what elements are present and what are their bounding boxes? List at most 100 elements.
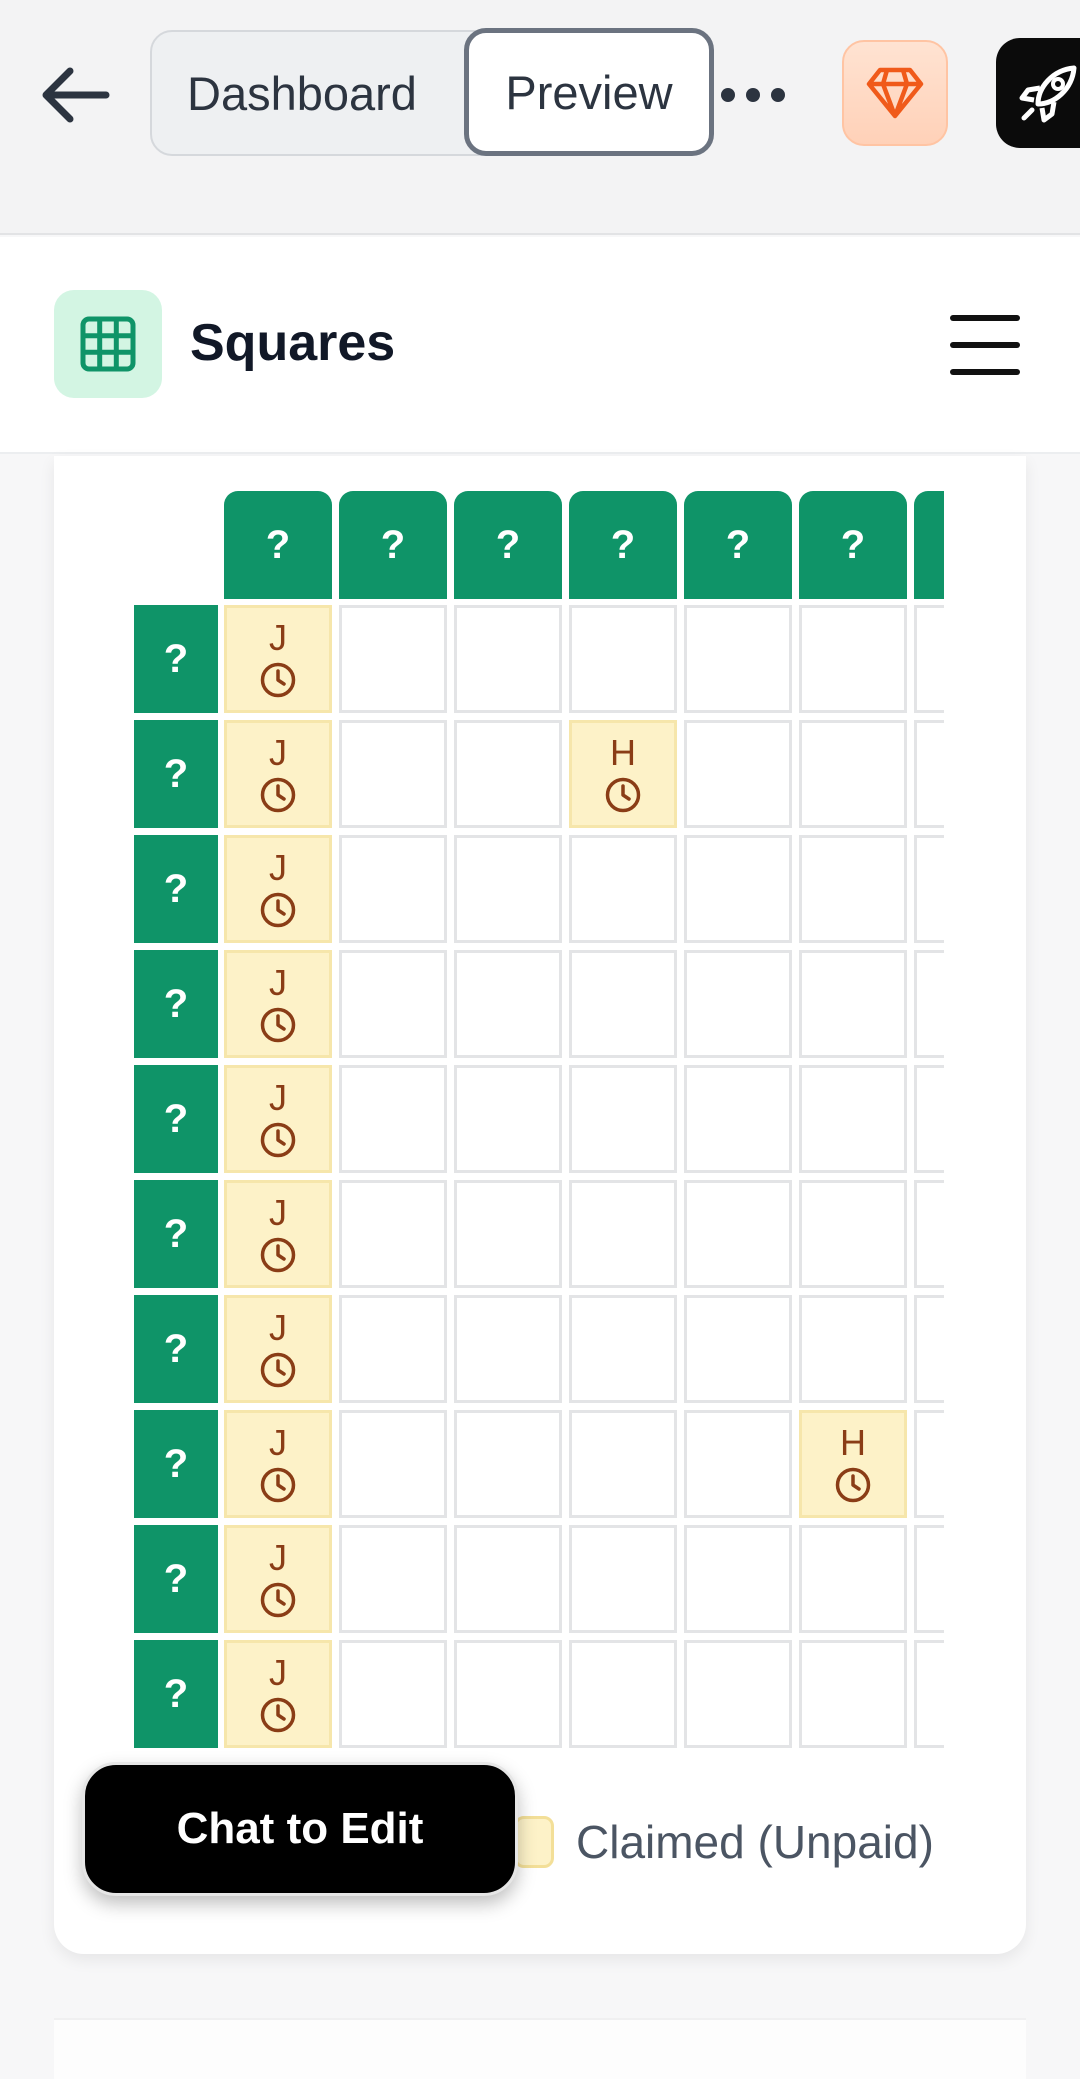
grid-square-claimed[interactable]: J bbox=[224, 1410, 332, 1518]
grid-square[interactable] bbox=[914, 720, 944, 828]
grid-square[interactable] bbox=[569, 950, 677, 1058]
grid-square[interactable] bbox=[799, 1640, 907, 1748]
row-header: ? bbox=[134, 1525, 218, 1633]
grid-square[interactable] bbox=[454, 1640, 562, 1748]
grid-square[interactable] bbox=[914, 1295, 944, 1403]
grid-square[interactable] bbox=[799, 1525, 907, 1633]
grid-square[interactable] bbox=[454, 1525, 562, 1633]
column-header: ? bbox=[799, 491, 907, 599]
owner-initial: J bbox=[269, 1652, 287, 1693]
grid-square[interactable] bbox=[914, 835, 944, 943]
grid-square[interactable] bbox=[339, 1180, 447, 1288]
more-options-button[interactable] bbox=[718, 60, 788, 130]
grid-square-claimed[interactable]: J bbox=[224, 1295, 332, 1403]
view-switcher: Dashboard Preview bbox=[150, 28, 714, 156]
grid-square-claimed[interactable]: J bbox=[224, 1065, 332, 1173]
upgrade-button[interactable] bbox=[842, 40, 948, 146]
grid-square[interactable] bbox=[799, 1180, 907, 1288]
grid-square-claimed[interactable]: J bbox=[224, 835, 332, 943]
owner-initial: J bbox=[269, 1422, 287, 1463]
arrow-left-icon bbox=[42, 67, 110, 123]
grid-square[interactable] bbox=[799, 720, 907, 828]
grid-square[interactable] bbox=[684, 1410, 792, 1518]
grid-square[interactable] bbox=[339, 1525, 447, 1633]
board-card: ???????? J? J H? J? J? J? J? J? J H? J? J Claimed (U… bbox=[54, 456, 1026, 1954]
grid-square[interactable] bbox=[914, 1065, 944, 1173]
grid-square[interactable] bbox=[454, 1065, 562, 1173]
grid-square[interactable] bbox=[339, 720, 447, 828]
grid-square[interactable] bbox=[914, 605, 944, 713]
back-button[interactable] bbox=[30, 50, 120, 140]
grid-square[interactable] bbox=[799, 950, 907, 1058]
menu-button[interactable] bbox=[950, 315, 1020, 375]
grid-square[interactable] bbox=[569, 1065, 677, 1173]
grid-square[interactable] bbox=[569, 1525, 677, 1633]
owner-initial: H bbox=[610, 732, 636, 773]
grid-square[interactable] bbox=[339, 1295, 447, 1403]
grid-square[interactable] bbox=[684, 1065, 792, 1173]
grid-square[interactable] bbox=[339, 605, 447, 713]
owner-initial: J bbox=[269, 1307, 287, 1348]
grid-square[interactable] bbox=[799, 1295, 907, 1403]
grid-square[interactable] bbox=[454, 720, 562, 828]
grid-square[interactable] bbox=[914, 1640, 944, 1748]
grid-square[interactable] bbox=[339, 835, 447, 943]
clock-icon bbox=[260, 1467, 296, 1503]
grid-square[interactable] bbox=[569, 1180, 677, 1288]
grid-square[interactable] bbox=[569, 1410, 677, 1518]
dashboard-tab[interactable]: Dashboard bbox=[187, 32, 417, 154]
chat-to-edit-button[interactable]: Chat to Edit bbox=[82, 1762, 518, 1896]
publish-button[interactable] bbox=[996, 38, 1080, 148]
grid-square[interactable] bbox=[914, 1410, 944, 1518]
grid-square-claimed[interactable]: J bbox=[224, 950, 332, 1058]
grid-square[interactable] bbox=[339, 1410, 447, 1518]
grid-square[interactable] bbox=[569, 835, 677, 943]
clock-icon bbox=[260, 1007, 296, 1043]
grid-square[interactable] bbox=[454, 605, 562, 713]
grid-square-claimed[interactable]: J bbox=[224, 1640, 332, 1748]
grid-square[interactable] bbox=[569, 605, 677, 713]
grid-square[interactable] bbox=[799, 835, 907, 943]
grid-square[interactable] bbox=[914, 1525, 944, 1633]
grid-square-claimed[interactable]: J bbox=[224, 1180, 332, 1288]
grid-square[interactable] bbox=[454, 1295, 562, 1403]
grid-square[interactable] bbox=[799, 1065, 907, 1173]
clock-icon bbox=[835, 1467, 871, 1503]
legend-claimed-unpaid: Claimed (Unpaid) bbox=[576, 1816, 934, 1868]
owner-initial: H bbox=[840, 1422, 866, 1463]
grid-square[interactable] bbox=[684, 605, 792, 713]
grid-square[interactable] bbox=[339, 950, 447, 1058]
grid-square[interactable] bbox=[684, 1295, 792, 1403]
grid-square[interactable] bbox=[454, 950, 562, 1058]
grid-square[interactable] bbox=[914, 1180, 944, 1288]
app-logo bbox=[54, 290, 162, 398]
grid-square-claimed[interactable]: J bbox=[224, 720, 332, 828]
grid-square[interactable] bbox=[454, 835, 562, 943]
gem-icon bbox=[866, 67, 924, 119]
grid-square[interactable] bbox=[684, 720, 792, 828]
grid-square-claimed[interactable]: J bbox=[224, 1525, 332, 1633]
grid-square-claimed[interactable]: H bbox=[799, 1410, 907, 1518]
grid-square[interactable] bbox=[914, 950, 944, 1058]
grid-square[interactable] bbox=[684, 1640, 792, 1748]
grid-square[interactable] bbox=[454, 1180, 562, 1288]
grid-square[interactable] bbox=[799, 605, 907, 713]
grid-square[interactable] bbox=[684, 1180, 792, 1288]
grid-square[interactable] bbox=[339, 1640, 447, 1748]
grid-square-claimed[interactable]: J bbox=[224, 605, 332, 713]
grid-square[interactable] bbox=[569, 1640, 677, 1748]
clock-icon bbox=[260, 1697, 296, 1733]
grid-square[interactable] bbox=[339, 1065, 447, 1173]
row-header: ? bbox=[134, 1065, 218, 1173]
preview-tab[interactable]: Preview bbox=[464, 28, 714, 156]
grid-square[interactable] bbox=[569, 1295, 677, 1403]
grid-square[interactable] bbox=[684, 835, 792, 943]
grid-square[interactable] bbox=[454, 1410, 562, 1518]
app-header: Squares bbox=[0, 237, 1080, 454]
column-header: ? bbox=[224, 491, 332, 599]
row-header: ? bbox=[134, 1640, 218, 1748]
grid-square[interactable] bbox=[684, 950, 792, 1058]
owner-initial: J bbox=[269, 1537, 287, 1578]
grid-square[interactable] bbox=[684, 1525, 792, 1633]
grid-square-claimed[interactable]: H bbox=[569, 720, 677, 828]
